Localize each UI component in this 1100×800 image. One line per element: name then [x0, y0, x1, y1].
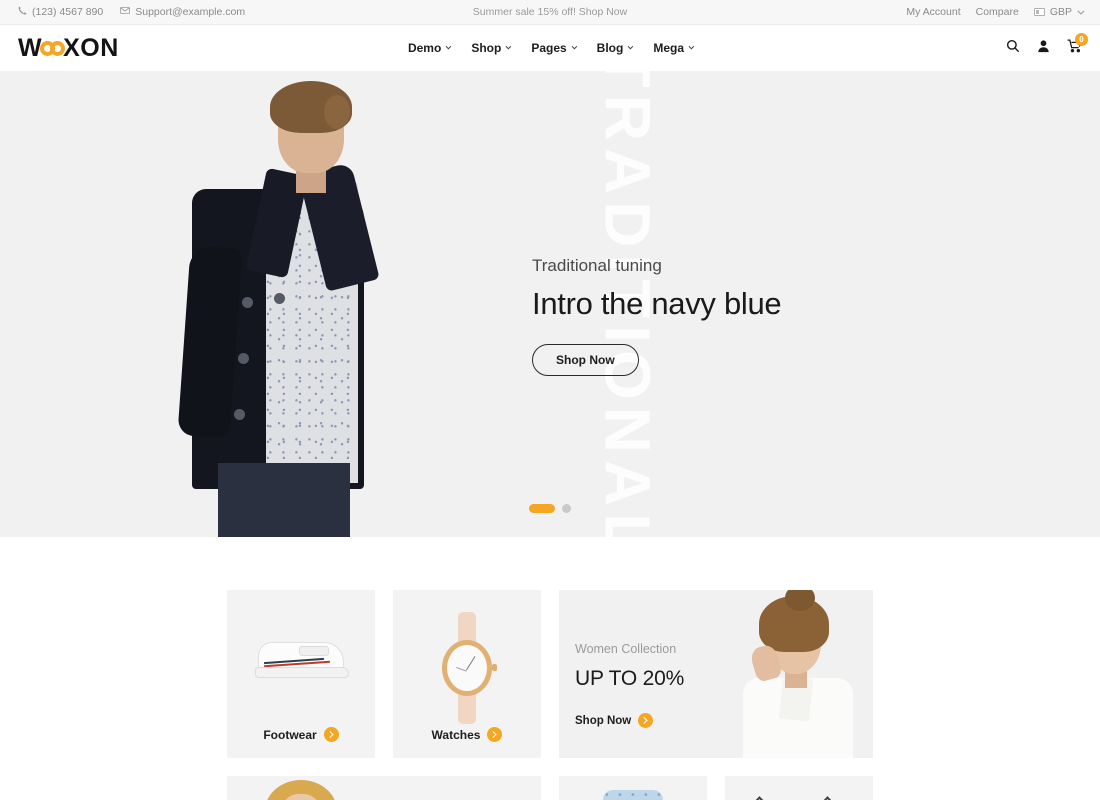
category-card-footwear[interactable]: Footwear — [227, 590, 375, 758]
nav-item-mega[interactable]: Mega — [653, 41, 695, 55]
shoe-outline-icon — [738, 796, 788, 800]
flag-icon — [1033, 8, 1045, 16]
nav-item-blog[interactable]: Blog — [596, 41, 634, 55]
top-bar: (123) 4567 890 Support@example.com Summe… — [0, 0, 1100, 25]
logo[interactable]: W XON — [18, 33, 119, 62]
chevron-down-icon — [571, 43, 577, 50]
sneaker-image — [255, 636, 349, 678]
nav-label: Shop — [471, 41, 502, 55]
phone-number: (123) 4567 890 — [32, 6, 104, 18]
promo-cta-label: Shop Now — [575, 714, 632, 727]
pajama-image — [559, 776, 707, 800]
nav-label: Mega — [653, 41, 685, 55]
phone-contact[interactable]: (123) 4567 890 — [18, 6, 103, 18]
category-grid: Footwear Watches Women Collection UP TO … — [227, 590, 873, 800]
user-account-icon[interactable] — [1037, 39, 1050, 58]
slider-dot-2[interactable] — [562, 504, 571, 513]
logo-text-left: W — [18, 33, 43, 62]
chevron-down-icon — [445, 43, 452, 50]
category-label-watches: Watches — [393, 727, 541, 742]
category-card-sleepwear[interactable] — [559, 776, 707, 800]
kids-model-image — [249, 776, 359, 800]
category-card-watches[interactable]: Watches — [393, 590, 541, 758]
nav-item-demo[interactable]: Demo — [407, 41, 452, 55]
email-contact[interactable]: Support@example.com — [120, 6, 245, 18]
nav-item-pages[interactable]: Pages — [531, 41, 577, 55]
promo-card-women-collection[interactable]: Women Collection UP TO 20% Shop Now — [559, 590, 873, 758]
nav-label: Pages — [531, 41, 567, 55]
category-name: Footwear — [263, 727, 317, 742]
hero-slider: TRADITIONAL Traditional tuning Intro the… — [0, 71, 1100, 537]
currency-label: GBP — [1049, 6, 1072, 18]
chevron-down-icon — [627, 43, 634, 50]
top-bar-contact: (123) 4567 890 Support@example.com — [18, 6, 245, 18]
top-bar-links: My Account Compare GBP — [906, 6, 1085, 18]
category-label-footwear: Footwear — [227, 727, 375, 742]
phone-icon — [18, 6, 27, 18]
slider-dot-1[interactable] — [529, 504, 555, 513]
nav-label: Demo — [407, 41, 442, 55]
logo-oo-icon — [40, 40, 66, 56]
category-section: Footwear Watches Women Collection UP TO … — [0, 537, 1100, 800]
promo-shop-now-link[interactable]: Shop Now — [575, 713, 684, 728]
cart-button[interactable]: 0 — [1067, 32, 1088, 58]
logo-text-right: XON — [63, 33, 119, 62]
announcement-text[interactable]: Summer sale 15% off! Shop Now — [473, 6, 627, 18]
site-header: W XON Demo Shop Pages Blog Mega 0 — [0, 25, 1100, 71]
arrow-right-icon[interactable] — [323, 727, 339, 742]
watch-image — [438, 612, 497, 724]
main-navigation: Demo Shop Pages Blog Mega — [0, 41, 1100, 55]
category-name: Watches — [431, 727, 481, 742]
hero-title: Intro the navy blue — [532, 286, 782, 321]
hero-shop-now-button[interactable]: Shop Now — [532, 344, 639, 376]
header-actions: 0 — [1006, 32, 1088, 58]
hero-model-image — [170, 71, 400, 537]
cart-count-badge: 0 — [1075, 32, 1088, 46]
search-icon[interactable] — [1006, 39, 1020, 58]
shoe-outline-icon — [806, 796, 856, 800]
currency-selector[interactable]: GBP — [1033, 6, 1085, 18]
nav-item-shop[interactable]: Shop — [471, 41, 512, 55]
arrow-right-icon[interactable] — [487, 727, 503, 742]
envelope-icon — [120, 6, 131, 18]
chevron-down-icon — [688, 43, 695, 50]
chevron-down-icon — [505, 43, 512, 50]
category-card-shoes[interactable] — [725, 776, 873, 800]
arrow-right-icon — [638, 713, 654, 728]
slider-pagination — [0, 504, 1100, 513]
compare-link[interactable]: Compare — [976, 6, 1019, 18]
category-card-kids[interactable] — [227, 776, 541, 800]
promo-text: Women Collection UP TO 20% Shop Now — [575, 642, 684, 728]
promo-kicker: Women Collection — [575, 642, 677, 656]
hero-subtitle: Traditional tuning — [532, 256, 662, 275]
chevron-down-icon — [1077, 7, 1085, 15]
promo-model-image — [723, 590, 863, 758]
email-address: Support@example.com — [135, 6, 246, 18]
hero-content: Traditional tuning Intro the navy blue S… — [532, 256, 952, 376]
my-account-link[interactable]: My Account — [906, 6, 960, 18]
promo-headline: UP TO 20% — [575, 667, 685, 690]
nav-label: Blog — [596, 41, 624, 55]
